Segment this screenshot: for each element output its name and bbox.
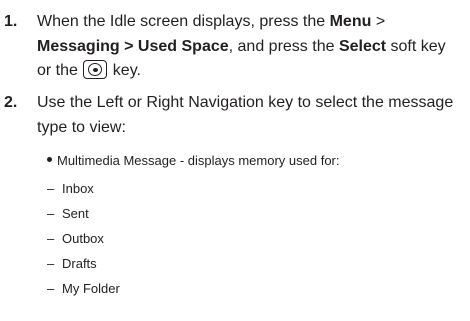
text-run: soft key bbox=[386, 37, 446, 55]
menu-keyword: Menu bbox=[329, 13, 372, 30]
step-2-line-1: Use the Left or Right Navigation key to … bbox=[37, 94, 454, 111]
menu-path-keyword: Messaging > Used Space bbox=[37, 37, 229, 55]
step-2-line-2: type to view: bbox=[37, 118, 126, 136]
text-run: or the bbox=[37, 62, 83, 79]
bullet-text: Multimedia Message - displays memory use… bbox=[57, 153, 340, 168]
sub-list-item: – Inbox bbox=[47, 179, 94, 199]
dash-marker: – bbox=[47, 206, 55, 221]
dash-marker: – bbox=[47, 231, 55, 246]
ok-key-icon bbox=[83, 60, 108, 79]
step-text: Use the Left or Right Navigation key to … bbox=[37, 91, 470, 140]
text-run: > bbox=[371, 13, 386, 30]
sub-item-label: Drafts bbox=[62, 256, 97, 271]
step-1-line-3: or the key. bbox=[37, 59, 470, 84]
dash-marker: – bbox=[47, 281, 55, 296]
step-number: 2. bbox=[4, 94, 18, 111]
text-run: , and press the bbox=[228, 37, 339, 55]
step-1-line-2: Messaging > Used Space, and press the Se… bbox=[37, 35, 470, 60]
bullet-item: Multimedia Message - displays memory use… bbox=[47, 151, 340, 171]
sub-item-label: Sent bbox=[62, 206, 89, 221]
text-run: When the Idle screen displays, press the bbox=[37, 13, 330, 30]
select-keyword: Select bbox=[338, 37, 387, 55]
dash-marker: – bbox=[47, 181, 55, 196]
sub-item-label: Outbox bbox=[62, 231, 104, 246]
sub-list-item: – Outbox bbox=[47, 229, 104, 249]
step-number: 1. bbox=[4, 13, 18, 30]
sub-list-item: – Sent bbox=[47, 204, 89, 224]
sub-list-item: – My Folder bbox=[47, 279, 120, 299]
sub-item-label: Inbox bbox=[62, 181, 94, 196]
sub-list-item: – Drafts bbox=[47, 254, 97, 274]
sub-item-label: My Folder bbox=[62, 281, 120, 296]
instruction-document: 1. When the Idle screen displays, press … bbox=[0, 0, 470, 321]
text-run: key. bbox=[108, 62, 141, 79]
step-text: When the Idle screen displays, press the… bbox=[37, 10, 470, 84]
dash-marker: – bbox=[47, 256, 55, 271]
bullet-dot-icon bbox=[47, 157, 52, 162]
step-1-line-1: When the Idle screen displays, press the… bbox=[37, 10, 470, 35]
